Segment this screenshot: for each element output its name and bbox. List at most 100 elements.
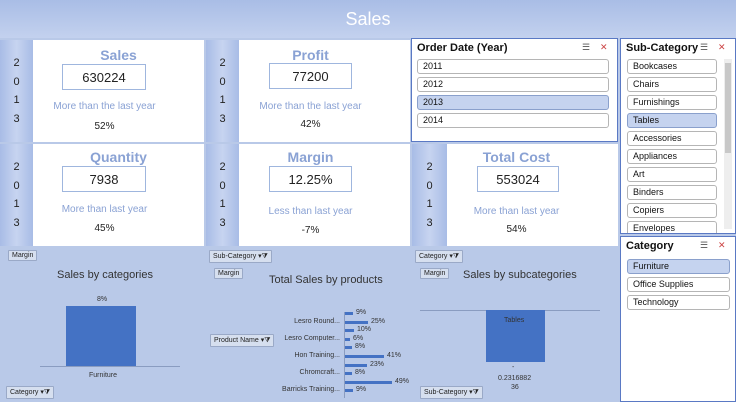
product-bar — [344, 389, 353, 393]
year-digit: 2 — [13, 57, 20, 70]
y-tick-label: Lesro Round... — [294, 317, 340, 325]
slicer-item-copiers[interactable]: Copiers — [627, 203, 717, 218]
chart-total-sales-by-products: Sub-Category ▾⧩ Margin Total Sales by pr… — [206, 246, 412, 402]
data-label: 23% — [370, 360, 385, 368]
product-bar — [344, 372, 352, 376]
y-tick-label: Hon Training... — [294, 352, 340, 359]
field-button-label: Category — [419, 253, 448, 260]
multi-select-icon[interactable]: ☰ — [700, 240, 708, 251]
slicer-item-binders[interactable]: Binders — [627, 185, 717, 200]
year-digit: 0 — [426, 179, 433, 192]
scrollbar-thumb[interactable] — [725, 63, 731, 153]
kpi-sales-caption: More than the last year — [53, 101, 156, 112]
bar-tables: Tables — [486, 310, 545, 362]
slicer-item-art[interactable]: Art — [627, 167, 717, 182]
slicer-item-tables[interactable]: Tables — [627, 113, 717, 128]
chart-title: Sales by categories — [57, 269, 153, 281]
slicer-item-technology[interactable]: Technology — [627, 295, 730, 310]
data-label: 10% — [357, 326, 372, 334]
kpi-sales-value: 630224 — [62, 64, 146, 90]
values-field-button[interactable]: Margin — [420, 268, 450, 279]
category-slicer: Category ☰ ✕ Furniture Office Supplies T… — [620, 236, 736, 402]
product-bar — [344, 312, 353, 315]
category-slicer-header: Category — [626, 240, 674, 252]
slicer-item-bookcases[interactable]: Bookcases — [627, 59, 717, 74]
slicer-item-furniture[interactable]: Furniture — [627, 259, 730, 274]
chart-sales-by-subcategories: Category ▾⧩ Margin Sales by subcategorie… — [412, 246, 618, 402]
field-button-label: Sub-Category — [424, 389, 468, 396]
kpi-quantity-card: Quantity 7938 More than last year 45% — [33, 144, 204, 246]
multi-select-icon[interactable]: ☰ — [700, 42, 708, 53]
filter-dropdown-icon[interactable]: ▾⧩ — [449, 253, 459, 260]
y-tick-label: Chromcraft... — [299, 369, 340, 377]
slicer-item-2014[interactable]: 2014 — [417, 113, 609, 128]
product-bar — [344, 380, 392, 384]
year-digit: 2 — [13, 161, 20, 174]
data-label: 0.2316882 — [498, 375, 532, 382]
kpi-quantity-value: 7938 — [62, 166, 146, 192]
product-bar — [344, 320, 368, 324]
kpi-sales-title: Sales — [100, 47, 137, 63]
category-field-button[interactable]: Category ▾⧩ — [415, 250, 464, 263]
filter-dropdown-icon[interactable]: ▾⧩ — [40, 389, 50, 396]
kpi-total-cost-card: Total Cost 553024 More than last year 54… — [447, 144, 618, 246]
slicer-item-accessories[interactable]: Accessories — [627, 131, 717, 146]
product-bar — [344, 355, 384, 358]
kpi-quantity-pct: 45% — [94, 223, 115, 234]
kpi-sales-pct: 52% — [94, 121, 115, 132]
y-axis — [344, 312, 345, 398]
values-field-button[interactable]: Margin — [8, 250, 38, 261]
slicer-item-2011[interactable]: 2011 — [417, 59, 609, 74]
kpi-quantity-title: Quantity — [90, 149, 147, 165]
slicer-item-2012[interactable]: 2012 — [417, 77, 609, 92]
chart-sales-by-categories: Margin Sales by categories 8% Furniture … — [0, 246, 206, 402]
slicer-item-2013[interactable]: 2013 — [417, 95, 609, 110]
kpi-margin-value: 12.25% — [269, 166, 352, 192]
chart-title: Sales by subcategories — [463, 269, 577, 281]
clear-filter-icon[interactable]: ✕ — [718, 240, 726, 251]
kpi-total-cost-caption: More than last year — [473, 206, 560, 217]
multi-select-icon[interactable]: ☰ — [582, 42, 590, 53]
slicer-item-chairs[interactable]: Chairs — [627, 77, 717, 92]
year-digit: 0 — [219, 75, 226, 88]
data-label-count: 36 — [511, 384, 519, 391]
kpi-sales-card: Sales 630224 More than the last year 52% — [33, 40, 204, 142]
x-tick-label: Furniture — [89, 372, 118, 379]
tick-mark: - — [512, 364, 515, 371]
bar-inner-label: Tables — [504, 317, 525, 324]
slicer-scrollbar[interactable] — [724, 59, 732, 229]
year-digit: 0 — [13, 179, 20, 192]
subcategory-axis-field-button[interactable]: Sub-Category ▾⧩ — [420, 386, 483, 399]
data-label: 8% — [355, 343, 366, 351]
subcategory-slicer: Sub-Category ☰ ✕ Bookcases Chairs Furnis… — [620, 38, 736, 234]
filter-dropdown-icon[interactable]: ▾⧩ — [469, 389, 479, 396]
y-tick-label: Barricks Training... — [282, 386, 340, 394]
data-label: 9% — [356, 386, 367, 394]
kpi-margin-title: Margin — [287, 149, 334, 165]
kpi-profit-card: Profit 77200 More than the last year 42% — [239, 40, 410, 142]
data-label: 49% — [395, 377, 410, 385]
slicer-item-appliances[interactable]: Appliances — [627, 149, 717, 164]
data-label: 8% — [97, 296, 108, 303]
clear-filter-icon[interactable]: ✕ — [718, 42, 726, 53]
clear-filter-icon[interactable]: ✕ — [600, 42, 608, 53]
kpi-quantity-caption: More than last year — [61, 204, 148, 215]
kpi-total-cost-pct: 54% — [506, 224, 527, 235]
year-digit: 0 — [219, 179, 226, 192]
kpi-profit-caption: More than the last year — [259, 101, 362, 112]
product-bar — [344, 346, 352, 350]
slicer-item-envelopes[interactable]: Envelopes — [627, 221, 717, 233]
kpi-total-cost-value: 553024 — [477, 166, 559, 192]
data-label: 41% — [387, 352, 402, 359]
data-label: 9% — [356, 309, 367, 316]
category-field-button[interactable]: Category ▾⧩ — [6, 386, 55, 399]
product-bar — [344, 363, 367, 367]
slicer-item-office-supplies[interactable]: Office Supplies — [627, 277, 730, 292]
x-axis — [40, 366, 180, 367]
slicer-item-furnishings[interactable]: Furnishings — [627, 95, 717, 110]
kpi-profit-pct: 42% — [300, 119, 321, 130]
subcategory-slicer-header: Sub-Category — [626, 42, 699, 54]
kpi-margin-caption: Less than last year — [268, 206, 353, 217]
year-digit: 0 — [13, 75, 20, 88]
order-date-slicer-header: Order Date (Year) — [417, 42, 508, 54]
